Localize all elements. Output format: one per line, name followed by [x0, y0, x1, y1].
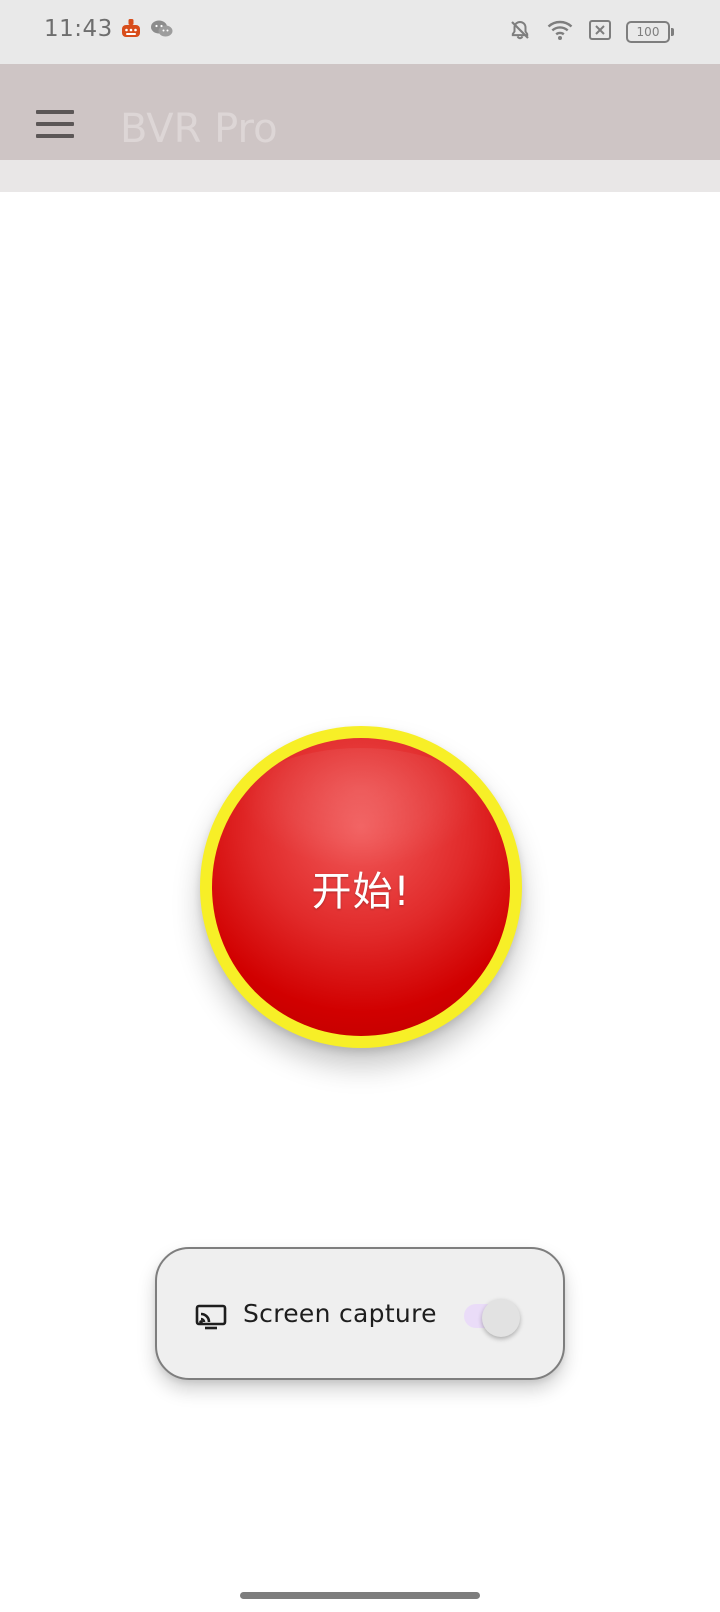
- wechat-icon: [150, 18, 174, 44]
- start-button-ring[interactable]: 开始!: [200, 726, 522, 1048]
- status-bar: 11:43 100: [0, 0, 720, 64]
- gesture-bar[interactable]: [240, 1592, 480, 1599]
- toggle-thumb: [482, 1299, 520, 1337]
- menu-icon-line: [36, 122, 74, 126]
- status-right-icons: 100: [508, 18, 674, 46]
- wifi-icon: [546, 18, 574, 46]
- app-notification-icon: [118, 16, 144, 46]
- menu-icon-line: [36, 110, 74, 114]
- battery-level: 100: [636, 25, 660, 39]
- screen: 11:43 100 BVR Pro 开始! Screen capture: [0, 0, 720, 1612]
- menu-icon[interactable]: [36, 110, 76, 138]
- start-button-label: 开始!: [311, 869, 411, 915]
- app-bar: [0, 64, 720, 160]
- start-button[interactable]: 开始!: [212, 738, 510, 1036]
- cast-icon: [195, 1304, 227, 1332]
- sim-off-icon: [588, 19, 612, 45]
- silent-bell-icon: [508, 18, 532, 46]
- app-title: BVR Pro: [120, 106, 278, 152]
- battery-indicator: 100: [626, 21, 674, 43]
- screen-capture-label: Screen capture: [243, 1299, 437, 1328]
- screen-capture-card[interactable]: Screen capture: [155, 1247, 565, 1380]
- screen-capture-toggle[interactable]: [462, 1299, 526, 1337]
- status-left-icons: [118, 16, 174, 46]
- status-time: 11:43: [44, 16, 113, 42]
- app-bar-shadow: [0, 160, 720, 192]
- menu-icon-line: [36, 134, 74, 138]
